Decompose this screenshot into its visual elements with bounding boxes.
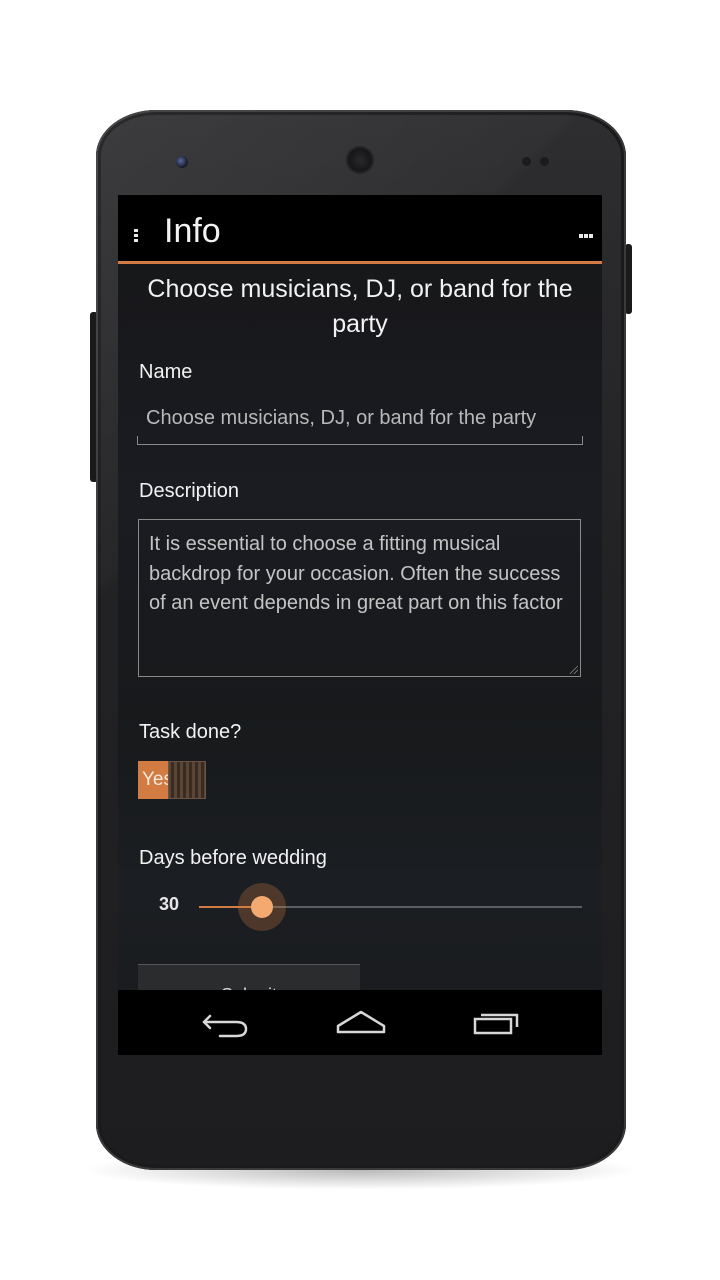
device-mockup: Info Choose musicians, DJ, or band for t…	[0, 0, 720, 1280]
overflow-horizontal-icon[interactable]	[579, 234, 593, 238]
days-value: 30	[159, 894, 180, 914]
description-label: Description	[139, 480, 240, 502]
name-input-tick-left	[137, 436, 138, 445]
name-input[interactable]: Choose musicians, DJ, or band for the pa…	[137, 400, 583, 440]
description-text: It is essential to choose a fitting musi…	[149, 533, 563, 614]
toggle-on-track: Yes	[138, 761, 168, 799]
earpiece-speaker	[346, 146, 374, 174]
task-heading: Choose musicians, DJ, or band for the pa…	[147, 275, 573, 338]
days-label: Days before wedding	[139, 847, 327, 869]
home-icon[interactable]	[326, 1000, 396, 1044]
task-done-label: Task done?	[139, 721, 242, 743]
toggle-thumb[interactable]	[168, 761, 206, 799]
name-label: Name	[139, 361, 193, 383]
task-done-toggle[interactable]: Yes	[138, 761, 206, 799]
power-button	[625, 244, 632, 314]
back-icon[interactable]	[190, 1000, 260, 1044]
screen: Info Choose musicians, DJ, or band for t…	[118, 195, 602, 1055]
description-textarea[interactable]: It is essential to choose a fitting musi…	[138, 519, 581, 677]
front-camera-icon	[176, 156, 188, 168]
resize-handle-icon[interactable]	[570, 666, 578, 674]
task-form: Choose musicians, DJ, or band for the pa…	[118, 264, 602, 1015]
name-input-tick-right	[582, 436, 583, 445]
proximity-sensor	[522, 157, 531, 166]
action-bar: Info	[118, 195, 602, 264]
navigation-bar	[118, 990, 602, 1055]
recent-apps-icon[interactable]	[461, 1000, 531, 1044]
toggle-on-label: Yes	[142, 769, 168, 790]
name-input-underline	[137, 444, 583, 445]
light-sensor	[540, 157, 549, 166]
overflow-vertical-icon[interactable]	[134, 229, 138, 243]
page-title: Info	[164, 212, 221, 250]
